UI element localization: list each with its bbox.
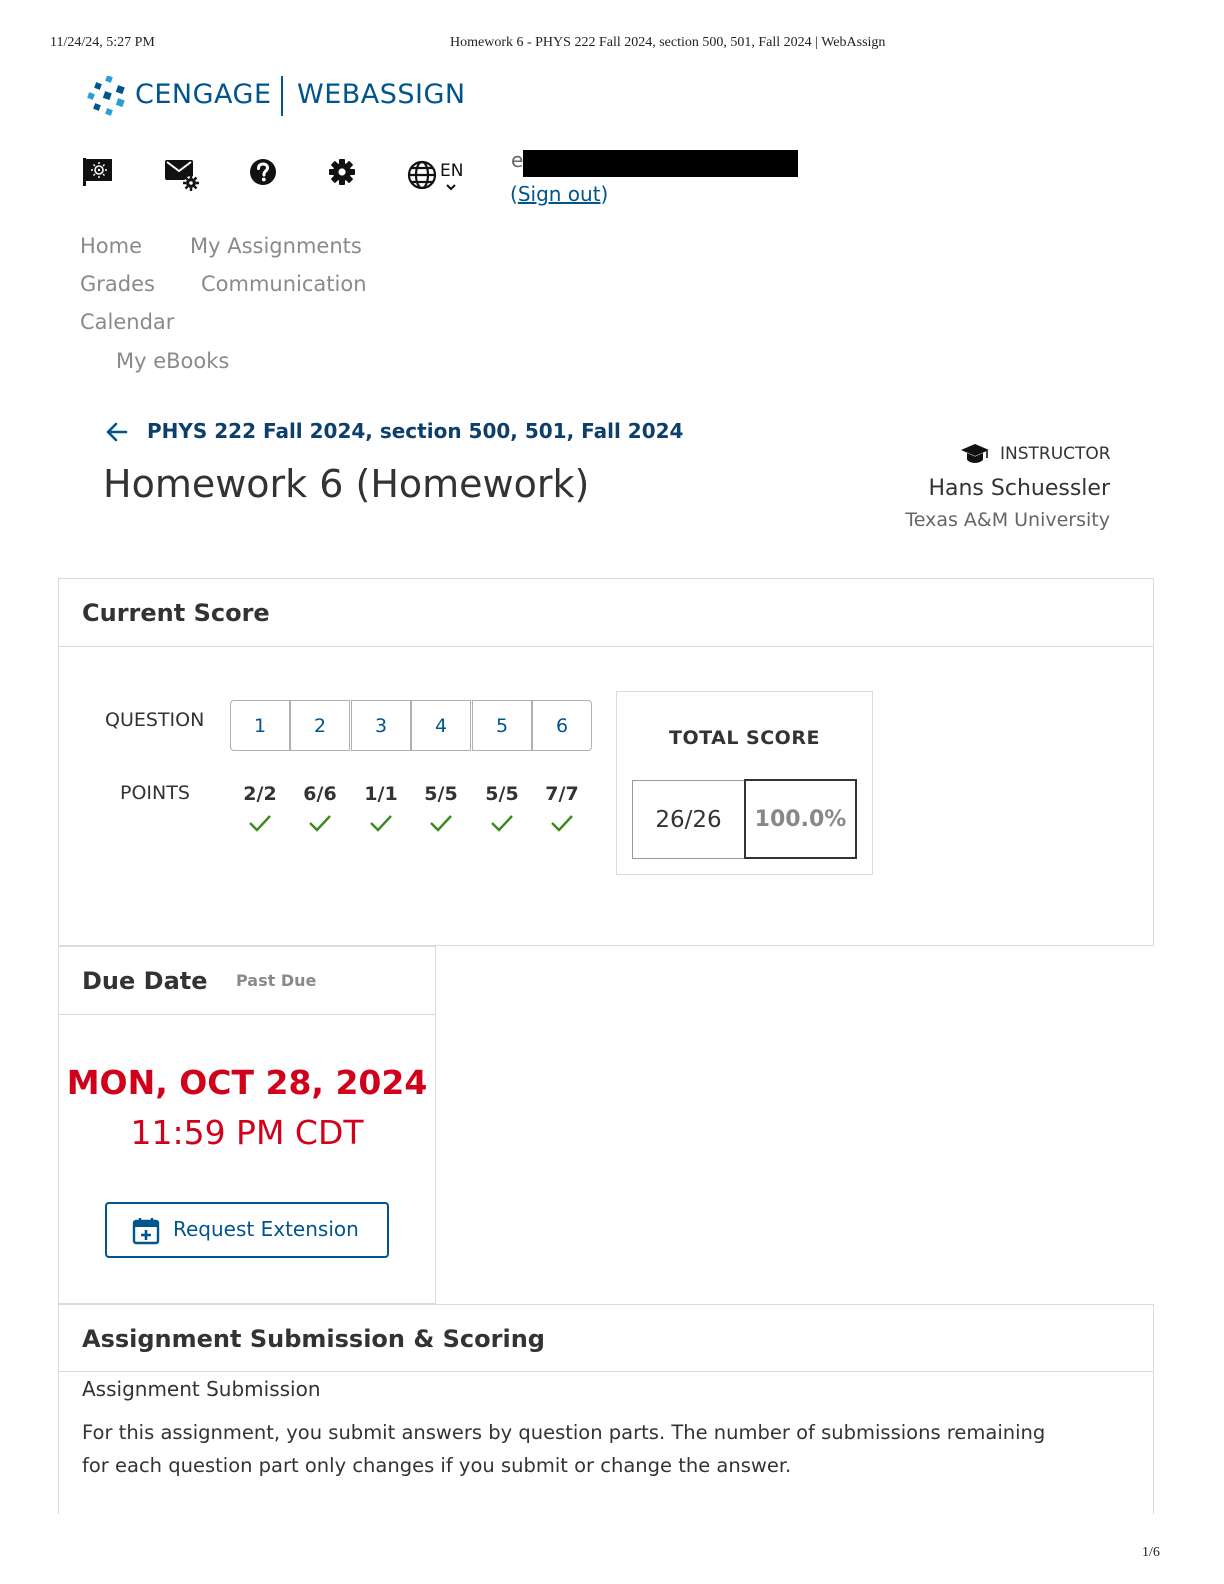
total-score-box: TOTAL SCORE 26/26 100.0%: [616, 691, 873, 875]
nav-home[interactable]: Home: [80, 234, 142, 258]
nav-my-ebooks[interactable]: My eBooks: [116, 349, 229, 373]
print-doc-title: Homework 6 - PHYS 222 Fall 2024, section…: [450, 35, 886, 50]
back-arrow-icon[interactable]: [104, 420, 130, 444]
brand-divider: [281, 76, 283, 116]
question-label: QUESTION: [105, 709, 205, 731]
due-time-value: 11:59 PM CDT: [130, 1113, 364, 1152]
language-label[interactable]: EN: [440, 161, 463, 181]
question-tab-5[interactable]: 5: [472, 700, 532, 751]
question-tab-4[interactable]: 4: [411, 700, 471, 751]
user-initial: e: [511, 148, 524, 172]
nav-communication[interactable]: Communication: [201, 272, 367, 296]
points-q4: 5/5: [424, 783, 458, 805]
points-q6: 7/7: [545, 783, 579, 805]
points-q5: 5/5: [485, 783, 519, 805]
sign-out-container: (Sign out): [510, 182, 608, 206]
sign-out-link[interactable]: Sign out: [518, 182, 601, 206]
cengage-logo-icon: [84, 75, 128, 116]
divider: [59, 646, 1153, 647]
request-extension-button[interactable]: Request Extension: [105, 1202, 389, 1258]
points-q3: 1/1: [364, 783, 398, 805]
total-points: 26/26: [632, 780, 745, 859]
current-score-panel: Current Score QUESTION POINTS 1 2 3 4 5 …: [58, 578, 1154, 946]
current-score-title: Current Score: [82, 599, 270, 627]
help-icon[interactable]: [248, 157, 278, 187]
chevron-down-icon[interactable]: [445, 180, 457, 191]
divider: [59, 1371, 1153, 1372]
print-datetime: 11/24/24, 5:27 PM: [50, 35, 155, 50]
points-label: POINTS: [120, 782, 190, 804]
gear-icon[interactable]: [328, 158, 356, 186]
request-extension-label: Request Extension: [173, 1217, 359, 1241]
nav-calendar[interactable]: Calendar: [80, 310, 174, 334]
total-score-label: TOTAL SCORE: [669, 727, 820, 749]
flag-icon[interactable]: [81, 156, 115, 188]
sign-out-close-paren: ): [600, 182, 609, 206]
globe-icon[interactable]: [406, 159, 438, 191]
instructor-label: INSTRUCTOR: [1000, 444, 1111, 464]
checkmark-icon: [532, 813, 592, 833]
due-date-title: Due Date: [82, 967, 208, 995]
page-title: Homework 6 (Homework): [103, 462, 590, 506]
checkmark-icon: [472, 813, 532, 833]
course-back-link[interactable]: PHYS 222 Fall 2024, section 500, 501, Fa…: [147, 419, 683, 443]
mail-settings-icon[interactable]: [163, 156, 201, 192]
question-tab-3[interactable]: 3: [351, 700, 411, 751]
question-tab-1[interactable]: 1: [230, 700, 290, 751]
sign-out-open-paren: (: [510, 182, 518, 206]
submission-subtitle: Assignment Submission: [82, 1377, 321, 1401]
question-tabs: 1 2 3 4 5 6: [230, 700, 593, 751]
nav-my-assignments[interactable]: My Assignments: [190, 234, 362, 258]
points-q2: 6/6: [303, 783, 337, 805]
brand-webassign: WEBASSIGN: [297, 79, 466, 110]
divider: [59, 1014, 435, 1015]
nav-grades[interactable]: Grades: [80, 272, 155, 296]
checkmark-icon: [351, 813, 411, 833]
points-q1: 2/2: [243, 783, 277, 805]
print-page-number: 1/6: [1142, 1545, 1160, 1560]
instructor-school: Texas A&M University: [905, 509, 1110, 531]
submission-panel: Assignment Submission & Scoring Assignme…: [58, 1304, 1154, 1514]
due-date-panel: Due Date Past Due MON, OCT 28, 2024 11:5…: [58, 946, 436, 1304]
graduation-cap-icon: [960, 442, 990, 464]
instructor-name: Hans Schuessler: [928, 476, 1110, 501]
due-date-value: MON, OCT 28, 2024: [66, 1063, 428, 1102]
submission-body-line1: For this assignment, you submit answers …: [82, 1421, 1046, 1444]
submission-title: Assignment Submission & Scoring: [82, 1325, 545, 1353]
checkmark-icon: [230, 813, 290, 833]
checkmark-icon: [290, 813, 350, 833]
calendar-plus-icon: [131, 1216, 161, 1246]
brand-cengage: CENGAGE: [135, 79, 272, 110]
redacted-username: [523, 150, 798, 177]
question-tab-2[interactable]: 2: [290, 700, 350, 751]
total-percent: 100.0%: [744, 779, 857, 859]
question-tab-6[interactable]: 6: [532, 700, 592, 751]
submission-body-line2: for each question part only changes if y…: [82, 1454, 792, 1477]
past-due-badge: Past Due: [236, 971, 317, 990]
checkmark-icon: [411, 813, 471, 833]
